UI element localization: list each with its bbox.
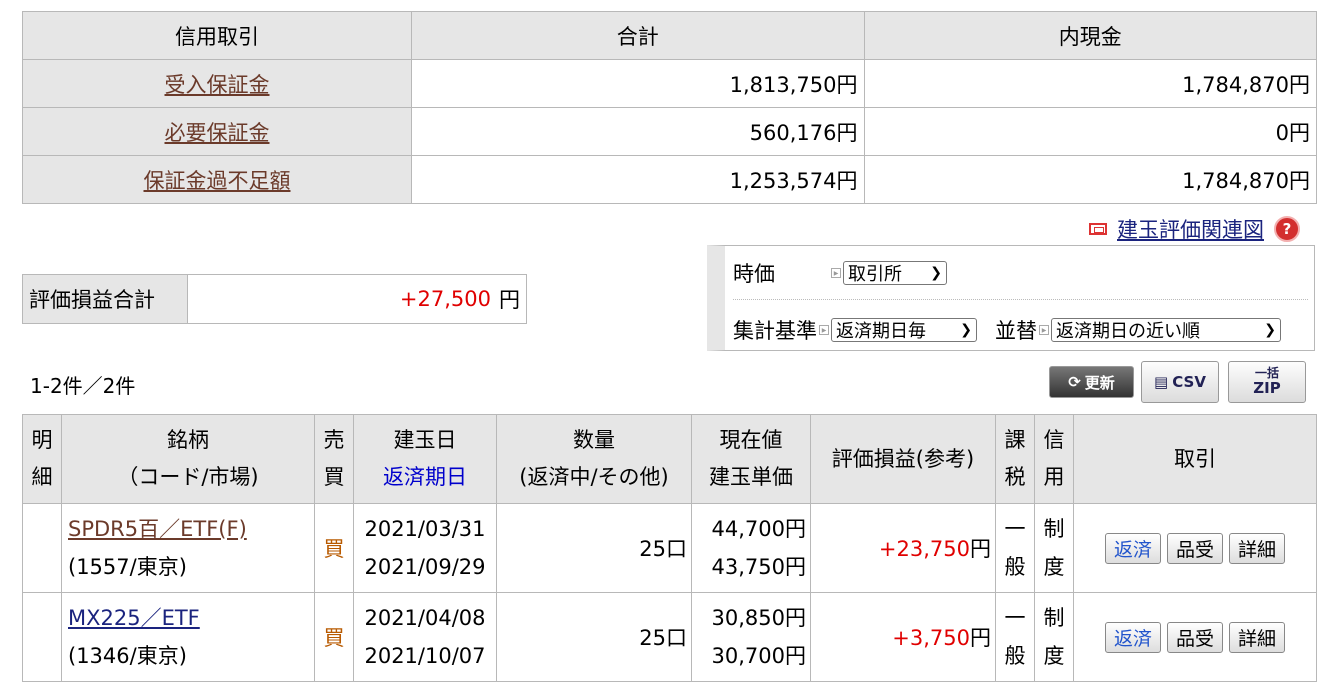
header-price: 現在値 建玉単価 — [691, 414, 811, 504]
receive-button[interactable]: 品受 — [1166, 532, 1223, 564]
credit-cell: 制度 — [1034, 503, 1074, 593]
window-icon — [1089, 223, 1107, 235]
required-margin-cash: 0円 — [863, 107, 1317, 156]
security-name-link[interactable]: SPDR5百／ETF(F) — [68, 517, 247, 541]
bullet-icon: ▶ — [1039, 325, 1049, 335]
security-code: (1557/東京) — [68, 555, 187, 579]
detail-cell — [22, 592, 62, 682]
price-label: 時価 — [733, 262, 775, 286]
refresh-button[interactable]: ⟳ 更新 — [1049, 366, 1134, 398]
aggregation-label: 集計基準 — [733, 319, 817, 343]
due-date: 2021/09/29 — [364, 555, 486, 579]
positions-header-row: 明細 銘柄 （コード/市場) 売買 建玉日 返済期日 数量 (返済中/その他) 現在値… — [22, 414, 1317, 504]
margin-header-cash: 内現金 — [863, 11, 1317, 60]
chevron-down-icon: ❯ — [960, 322, 972, 338]
price-select[interactable]: 取引所 ❯ — [843, 261, 947, 285]
header-name: 銘柄 （コード/市場) — [61, 414, 315, 504]
unit-price: 30,700円 — [711, 644, 806, 668]
table-row: SPDR5百／ETF(F) (1557/東京) 買 2021/03/31 2021… — [22, 503, 1317, 593]
received-margin-cash: 1,784,870円 — [863, 59, 1317, 108]
pl-total-box: 評価損益合計 +27,500 円 — [22, 274, 527, 324]
header-side: 売買 — [314, 414, 354, 504]
security-code: (1346/東京) — [68, 644, 187, 668]
tax-cell: 一般 — [995, 503, 1035, 593]
header-trade: 取引 — [1073, 414, 1317, 504]
related-chart: 建玉評価関連図 ? — [1089, 214, 1300, 244]
margin-surplus-total: 1,253,574円 — [411, 155, 865, 204]
pl-cell: +3,750円 — [810, 592, 996, 682]
side-cell: 買 — [314, 592, 354, 682]
due-date: 2021/10/07 — [364, 644, 486, 668]
bullet-icon: ▶ — [819, 325, 829, 335]
detail-cell — [22, 503, 62, 593]
open-date: 2021/03/31 — [364, 517, 486, 541]
current-price: 44,700円 — [711, 517, 806, 541]
sort-select[interactable]: 返済期日の近い順 ❯ — [1051, 318, 1281, 342]
side-cell: 買 — [314, 503, 354, 593]
csv-download-button[interactable]: ▤ CSV — [1141, 361, 1219, 403]
table-row: MX225／ETF (1346/東京) 買 2021/04/08 2021/10/… — [22, 592, 1317, 682]
credit-cell: 制度 — [1034, 592, 1074, 682]
security-name-link[interactable]: MX225／ETF — [68, 606, 200, 630]
header-tax: 課税 — [995, 414, 1035, 504]
bullet-icon: ▶ — [831, 268, 841, 278]
header-pl: 評価損益(参考) — [810, 414, 996, 504]
required-margin-link[interactable]: 必要保証金 — [165, 121, 270, 145]
refresh-icon: ⟳ — [1068, 373, 1081, 391]
pl-total-unit: 円 — [499, 288, 520, 312]
detail-button[interactable]: 詳細 — [1229, 532, 1286, 564]
margin-header-row: 信用取引 合計 内現金 — [22, 11, 1317, 60]
margin-surplus-link[interactable]: 保証金過不足額 — [144, 169, 291, 193]
return-button[interactable]: 返済 — [1104, 532, 1161, 564]
positions-table: 明細 銘柄 （コード/市場) 売買 建玉日 返済期日 数量 (返済中/その他) 現在値… — [22, 414, 1317, 682]
trade-cell: 返済 品受 詳細 — [1073, 503, 1317, 593]
margin-surplus-cash: 1,784,870円 — [863, 155, 1317, 204]
unit-price: 43,750円 — [711, 555, 806, 579]
receive-button[interactable]: 品受 — [1166, 621, 1223, 653]
header-detail: 明細 — [22, 414, 62, 504]
spreadsheet-icon: ▤ — [1154, 373, 1169, 391]
received-margin-link[interactable]: 受入保証金 — [165, 73, 270, 97]
margin-header-total: 合計 — [411, 11, 865, 60]
margin-row: 保証金過不足額 1,253,574円 1,784,870円 — [22, 155, 1317, 204]
margin-header-type: 信用取引 — [22, 11, 412, 60]
required-margin-total: 560,176円 — [411, 107, 865, 156]
header-date: 建玉日 返済期日 — [353, 414, 497, 504]
margin-row: 受入保証金 1,813,750円 1,784,870円 — [22, 59, 1317, 108]
pl-total-value: +27,500 — [399, 287, 491, 311]
result-count: 1-2件／2件 — [30, 374, 136, 398]
margin-table: 信用取引 合計 内現金 受入保証金 1,813,750円 1,784,870円 … — [22, 11, 1317, 204]
detail-button[interactable]: 詳細 — [1229, 621, 1286, 653]
current-price: 30,850円 — [711, 606, 806, 630]
chevron-down-icon: ❯ — [930, 265, 942, 281]
trade-cell: 返済 品受 詳細 — [1073, 592, 1317, 682]
chevron-down-icon: ❯ — [1264, 322, 1276, 338]
sort-label: 並替 — [995, 319, 1037, 343]
options-panel: 時価 ▶ 取引所 ❯ 集計基準 ▶ 返済期日毎 ❯ 並替 ▶ 返済期日の近い順 ❯ — [707, 245, 1315, 351]
return-button[interactable]: 返済 — [1104, 621, 1161, 653]
help-icon[interactable]: ? — [1274, 216, 1300, 242]
zip-download-button[interactable]: 一括 ZIP — [1228, 361, 1306, 403]
aggregation-select[interactable]: 返済期日毎 ❯ — [831, 318, 977, 342]
header-credit: 信用 — [1034, 414, 1074, 504]
quantity-cell: 25口 — [496, 592, 692, 682]
position-chart-link[interactable]: 建玉評価関連図 — [1117, 214, 1264, 244]
margin-row: 必要保証金 560,176円 0円 — [22, 107, 1317, 156]
received-margin-total: 1,813,750円 — [411, 59, 865, 108]
quantity-cell: 25口 — [496, 503, 692, 593]
tax-cell: 一般 — [995, 592, 1035, 682]
zip-label: ZIP — [1253, 379, 1281, 397]
pl-total-label: 評価損益合計 — [23, 275, 188, 323]
divider — [733, 299, 1308, 300]
header-quantity: 数量 (返済中/その他) — [496, 414, 692, 504]
pl-cell: +23,750円 — [810, 503, 996, 593]
open-date: 2021/04/08 — [364, 606, 486, 630]
